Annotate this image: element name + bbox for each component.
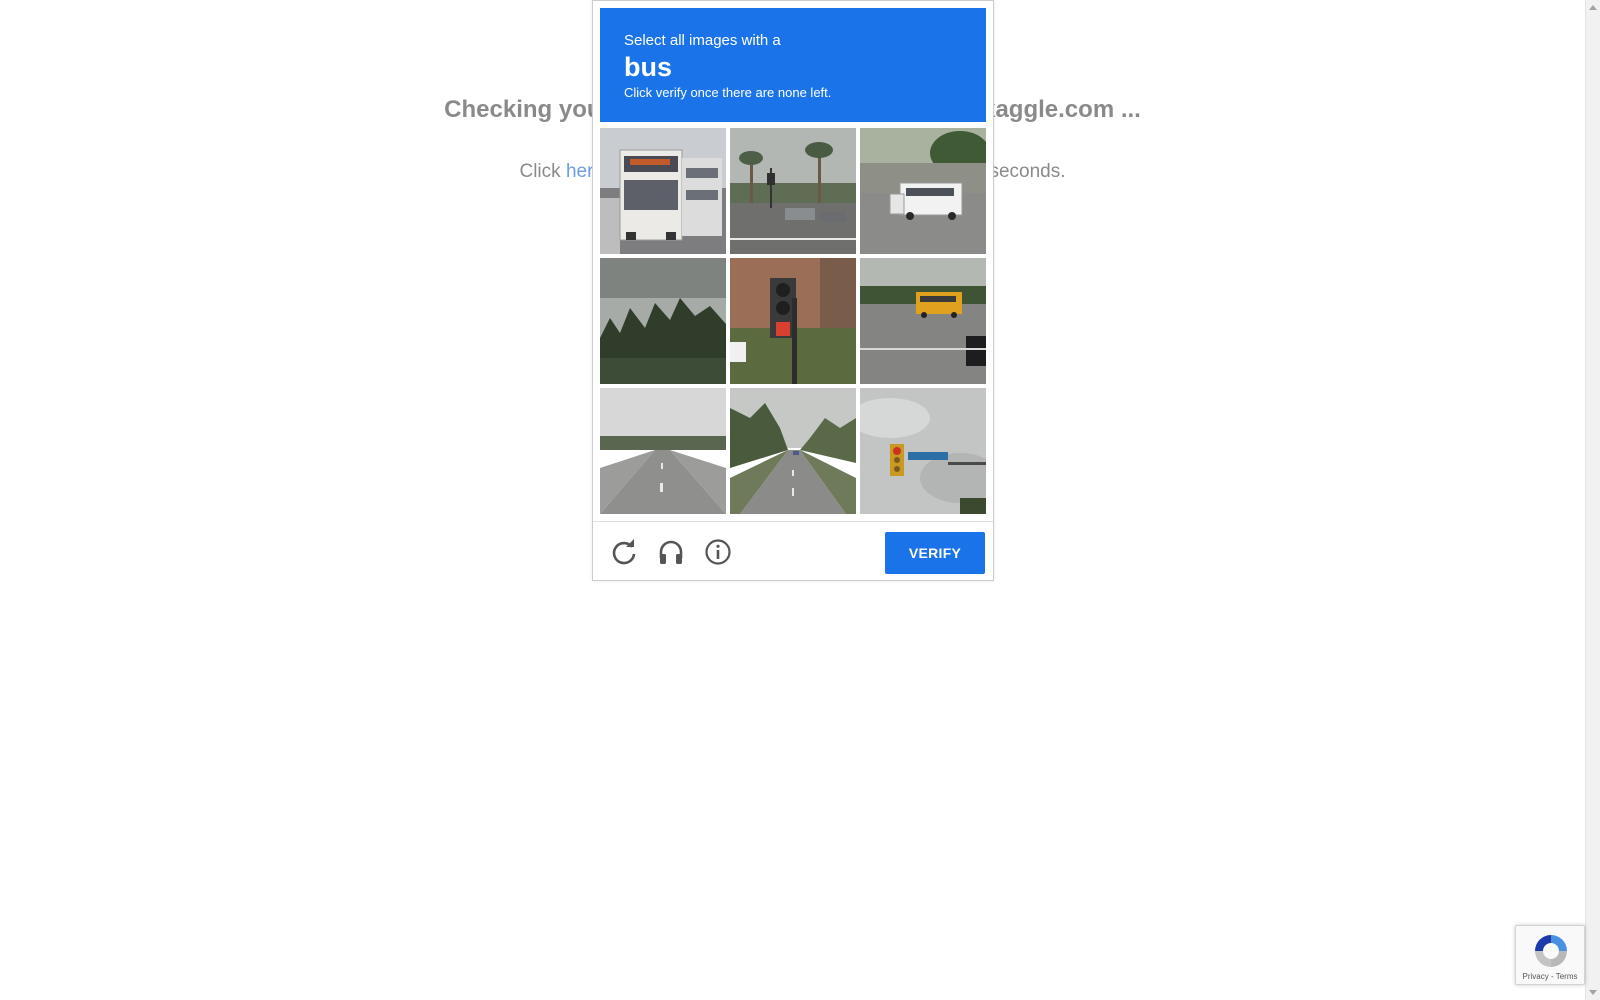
vertical-scrollbar[interactable] — [1585, 0, 1600, 1000]
image-tile-9[interactable] — [860, 388, 986, 514]
verify-button[interactable]: VERIFY — [885, 532, 985, 574]
image-grid — [600, 128, 986, 514]
shuttle-bus-image — [860, 128, 986, 254]
captcha-challenge: Select all images with a bus Click verif… — [592, 0, 994, 581]
recaptcha-logo-icon — [1535, 935, 1567, 967]
image-tile-3[interactable] — [860, 128, 986, 254]
challenge-prompt: Select all images with a bus Click verif… — [600, 8, 986, 122]
instruction-text: Select all images with a — [624, 32, 781, 49]
info-icon[interactable] — [704, 538, 732, 566]
target-word: bus — [624, 52, 673, 82]
scroll-down-arrow-icon[interactable] — [1589, 990, 1597, 995]
image-tile-6[interactable] — [860, 258, 986, 384]
tree-lined-road-image — [730, 388, 856, 514]
headphones-icon[interactable] — [657, 538, 685, 566]
reload-icon[interactable] — [610, 538, 638, 566]
page: Checking your browser before accessing w… — [0, 0, 1600, 1000]
image-tile-8[interactable] — [730, 388, 856, 514]
image-tile-1[interactable] — [600, 128, 726, 254]
image-tile-7[interactable] — [600, 388, 726, 514]
image-tile-5[interactable] — [730, 258, 856, 384]
traffic-light-sign-image — [860, 388, 986, 514]
intersection-palms-image — [730, 128, 856, 254]
scroll-up-arrow-icon[interactable] — [1589, 5, 1597, 10]
traffic-signal-image — [730, 258, 856, 384]
badge-links[interactable]: Privacy - Terms — [1516, 972, 1584, 981]
image-tile-2[interactable] — [730, 128, 856, 254]
image-tile-4[interactable] — [600, 258, 726, 384]
recaptcha-badge[interactable]: Privacy - Terms — [1515, 925, 1585, 985]
double-decker-bus-image — [600, 128, 726, 254]
redirect-prefix: Click — [519, 161, 566, 182]
instruction-hint: Click verify once there are none left. — [624, 85, 832, 100]
challenge-footer: VERIFY — [593, 521, 993, 581]
school-bus-image — [860, 258, 986, 384]
trees-image — [600, 258, 726, 384]
road-image — [600, 388, 726, 514]
